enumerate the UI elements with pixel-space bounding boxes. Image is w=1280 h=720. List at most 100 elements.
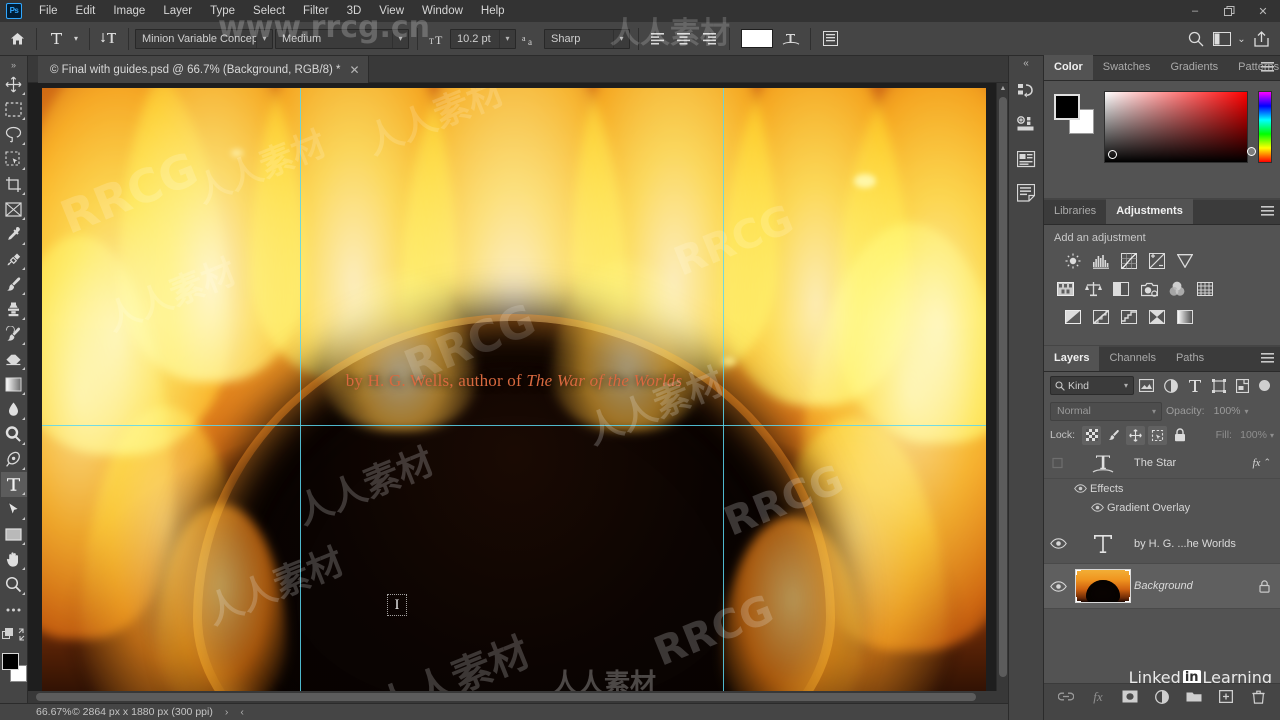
filter-adjustment-icon[interactable] [1159, 375, 1182, 396]
restore-button[interactable] [1212, 0, 1246, 22]
spot-healing-brush-tool[interactable] [1, 247, 27, 272]
move-tool[interactable] [1, 72, 27, 97]
toolbar-collapse-button[interactable]: » [0, 58, 28, 72]
filter-toggle-switch[interactable] [1259, 380, 1270, 391]
chevron-up-icon[interactable]: ⌃ [1263, 457, 1271, 468]
color-lookup-icon[interactable] [1194, 279, 1216, 299]
canvas-area[interactable]: by H. G. Wells, author of The War of the… [28, 83, 1008, 703]
invert-icon[interactable] [1062, 307, 1084, 327]
threshold-icon[interactable] [1118, 307, 1140, 327]
filter-smart-icon[interactable] [1231, 375, 1254, 396]
type-tool-icon[interactable] [43, 26, 69, 52]
exposure-icon[interactable] [1146, 251, 1168, 271]
color-picker-field[interactable] [1104, 91, 1248, 163]
tab-libraries[interactable]: Libraries [1044, 199, 1106, 224]
notes-icon[interactable] [1011, 178, 1041, 208]
gradient-tool[interactable] [1, 372, 27, 397]
layer-name[interactable]: The Star [1134, 457, 1253, 469]
black-white-icon[interactable] [1110, 279, 1132, 299]
layer-visibility-toggle[interactable] [1044, 447, 1072, 479]
home-icon[interactable] [4, 26, 30, 52]
align-left-icon[interactable] [645, 26, 671, 52]
chevron-down-icon[interactable]: ▾ [1270, 431, 1274, 440]
dodge-tool[interactable] [1, 422, 27, 447]
panel-menu-icon[interactable] [1261, 62, 1274, 72]
align-right-icon[interactable] [697, 26, 723, 52]
font-family-select[interactable]: Minion Variable Concept ▾ [135, 28, 273, 49]
menu-3d[interactable]: 3D [338, 0, 371, 22]
actions-icon[interactable] [1011, 110, 1041, 140]
tab-swatches[interactable]: Swatches [1093, 55, 1161, 80]
character-panel-icon[interactable] [817, 26, 843, 52]
zoom-level[interactable]: 66.67% [0, 706, 72, 718]
foreground-color-swatch[interactable] [1054, 94, 1080, 120]
anti-alias-select[interactable]: Sharp ▾ [544, 28, 630, 49]
quick-mask-and-swap-row[interactable] [1, 622, 27, 647]
new-adjustment-icon[interactable] [1154, 689, 1170, 705]
lock-position-icon[interactable] [1126, 425, 1146, 445]
blur-tool[interactable] [1, 397, 27, 422]
history-brush-tool[interactable] [1, 322, 27, 347]
canvas-caption-text[interactable]: by H. G. Wells, author of The War of the… [42, 371, 986, 391]
search-icon[interactable] [1183, 26, 1209, 52]
color-balance-icon[interactable] [1082, 279, 1104, 299]
layer-effect-item[interactable]: Gradient Overlay [1044, 498, 1280, 517]
menu-window[interactable]: Window [413, 0, 472, 22]
guide-vertical-left[interactable] [300, 88, 301, 700]
tab-adjustments[interactable]: Adjustments [1106, 199, 1193, 224]
new-group-icon[interactable] [1186, 689, 1202, 705]
hue-saturation-icon[interactable] [1054, 279, 1076, 299]
lock-image-icon[interactable] [1104, 426, 1123, 445]
layer-row[interactable]: by H. G. ...he Worlds [1044, 524, 1280, 564]
brightness-contrast-icon[interactable] [1062, 251, 1084, 271]
photo-filter-icon[interactable] [1138, 279, 1160, 299]
rail-collapse-button[interactable]: « [1008, 56, 1044, 72]
share-icon[interactable] [1248, 26, 1274, 52]
text-orientation-icon[interactable] [96, 26, 122, 52]
chevron-left-icon[interactable]: ‹ [240, 706, 244, 718]
layer-visibility-toggle[interactable] [1044, 564, 1072, 609]
text-color-swatch[interactable] [741, 29, 773, 48]
menu-edit[interactable]: Edit [67, 0, 105, 22]
menu-image[interactable]: Image [104, 0, 154, 22]
menu-file[interactable]: File [30, 0, 67, 22]
workspace-icon[interactable] [1209, 26, 1235, 52]
tab-paths[interactable]: Paths [1166, 346, 1214, 371]
guide-vertical-right[interactable] [723, 88, 724, 700]
blend-mode-select[interactable]: Normal ▾ [1050, 401, 1162, 421]
layer-thumbnail[interactable] [1072, 524, 1134, 564]
chevron-right-icon[interactable]: › [225, 706, 229, 718]
close-button[interactable]: ✕ [1246, 0, 1280, 22]
warp-text-icon[interactable] [778, 26, 804, 52]
eyedropper-tool[interactable] [1, 222, 27, 247]
layer-name[interactable]: Background [1134, 580, 1259, 592]
menu-help[interactable]: Help [472, 0, 514, 22]
rectangle-tool[interactable] [1, 522, 27, 547]
curves-icon[interactable] [1118, 251, 1140, 271]
object-selection-tool[interactable] [1, 147, 27, 172]
lock-artboard-icon[interactable] [1148, 425, 1168, 445]
hue-slider[interactable] [1258, 91, 1272, 163]
scroll-thumb-vertical[interactable] [999, 97, 1007, 677]
rectangular-marquee-tool[interactable] [1, 97, 27, 122]
panel-menu-icon[interactable] [1261, 353, 1274, 363]
color-picker-marker[interactable] [1108, 150, 1117, 159]
tool-preset-chevron-icon[interactable]: ▾ [69, 26, 83, 52]
layer-name[interactable]: by H. G. ...he Worlds [1134, 538, 1280, 550]
layer-effects-group[interactable]: Effects [1044, 479, 1280, 498]
eraser-tool[interactable] [1, 347, 27, 372]
hue-slider-marker[interactable] [1247, 147, 1256, 156]
link-layers-icon[interactable] [1058, 689, 1074, 705]
tab-channels[interactable]: Channels [1099, 346, 1165, 371]
layer-row[interactable]: Background [1044, 564, 1280, 609]
levels-icon[interactable] [1090, 251, 1112, 271]
layer-filter-kind-select[interactable]: Kind ▾ [1050, 376, 1134, 395]
lasso-tool[interactable] [1, 122, 27, 147]
pen-tool[interactable] [1, 447, 27, 472]
add-mask-icon[interactable] [1122, 689, 1138, 705]
posterize-icon[interactable] [1090, 307, 1112, 327]
document-canvas[interactable]: by H. G. Wells, author of The War of the… [42, 88, 986, 700]
add-style-icon[interactable]: fx [1090, 689, 1106, 705]
color-panel-swatches[interactable] [1054, 94, 1098, 134]
tab-color[interactable]: Color [1044, 55, 1093, 80]
